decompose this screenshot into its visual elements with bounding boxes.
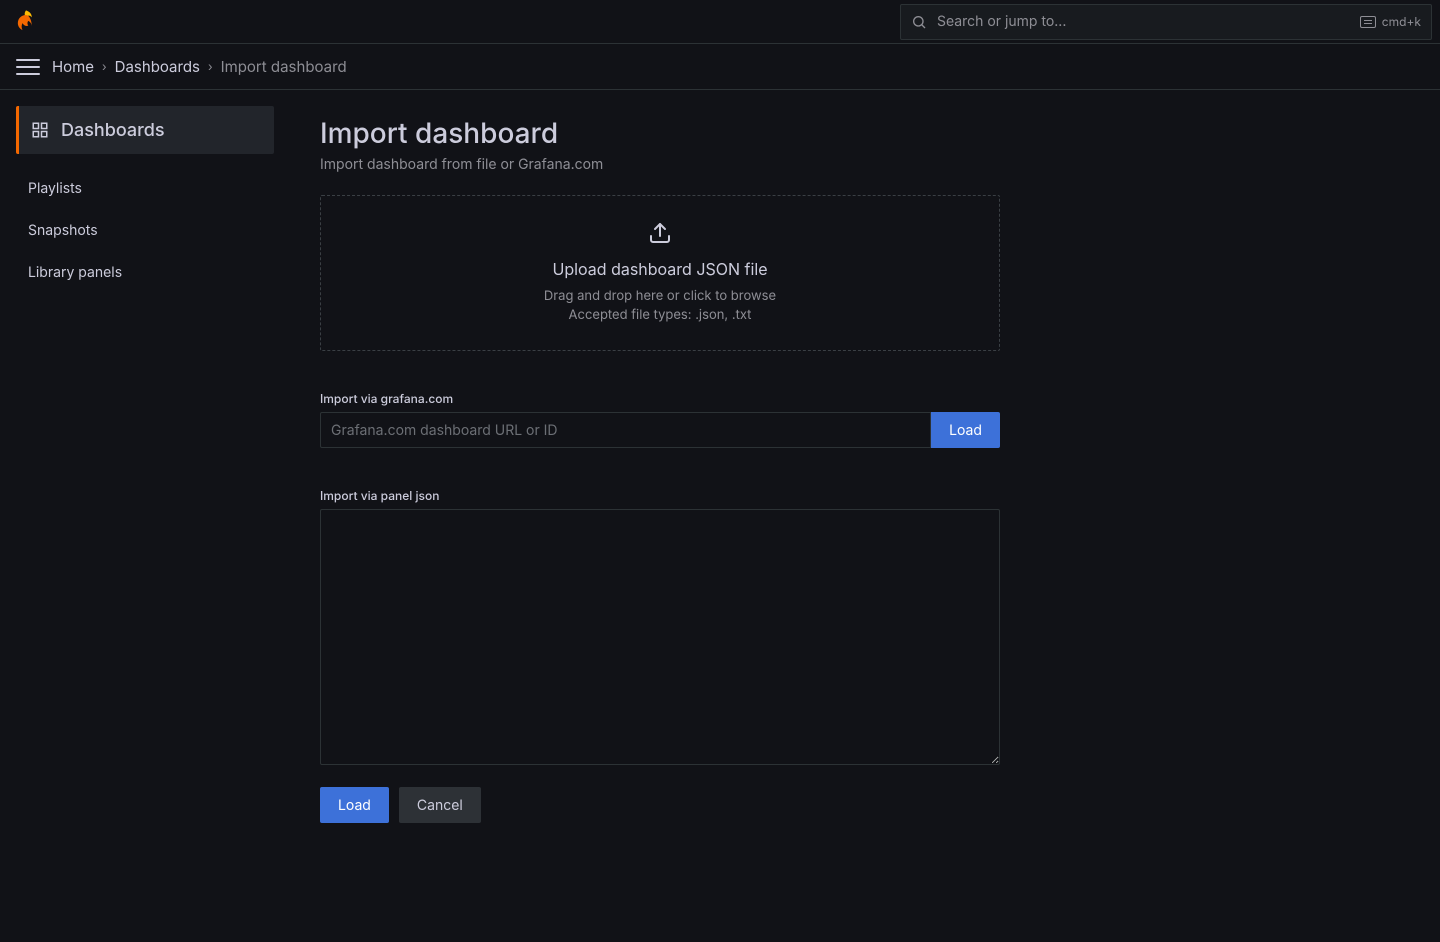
main-content: Import dashboard Import dashboard from f… [290, 90, 1440, 942]
dropzone-hint: Drag and drop here or click to browse Ac… [544, 287, 776, 326]
page-title: Import dashboard [320, 116, 1424, 150]
dropzone-title: Upload dashboard JSON file [552, 259, 767, 279]
import-json-label: Import via panel json [320, 488, 1424, 503]
sidebar-item-playlists[interactable]: Playlists [16, 168, 274, 208]
search-icon [911, 14, 927, 30]
topbar: Search or jump to... cmd+k [0, 0, 1440, 44]
search-placeholder: Search or jump to... [937, 13, 1350, 30]
search-shortcut: cmd+k [1360, 14, 1421, 29]
sidebar-list: Playlists Snapshots Library panels [16, 168, 274, 292]
page-subtitle: Import dashboard from file or Grafana.co… [320, 156, 1424, 173]
sidebar-item-label: Library panels [28, 264, 122, 281]
sidebar-item-label: Snapshots [28, 222, 98, 239]
header-bar: Home › Dashboards › Import dashboard [0, 44, 1440, 90]
sidebar-heading-dashboards[interactable]: Dashboards [16, 106, 274, 154]
menu-toggle-icon[interactable] [16, 55, 40, 79]
sidebar-item-library-panels[interactable]: Library panels [16, 252, 274, 292]
dropzone-hint-line2: Accepted file types: .json, .txt [569, 307, 752, 323]
form-actions: Load Cancel [320, 787, 1424, 823]
sidebar-item-label: Playlists [28, 180, 82, 197]
dashboard-grid-icon [31, 121, 49, 139]
grafana-logo-icon[interactable] [12, 8, 40, 36]
breadcrumb: Home › Dashboards › Import dashboard [52, 57, 347, 76]
page-body: Dashboards Playlists Snapshots Library p… [0, 90, 1440, 942]
sidebar: Dashboards Playlists Snapshots Library p… [0, 90, 290, 942]
breadcrumb-current: Import dashboard [221, 57, 347, 76]
global-search[interactable]: Search or jump to... cmd+k [900, 4, 1432, 40]
sidebar-heading-label: Dashboards [61, 120, 165, 141]
shortcut-text: cmd+k [1382, 14, 1421, 29]
sidebar-item-snapshots[interactable]: Snapshots [16, 210, 274, 250]
chevron-right-icon: › [208, 59, 213, 74]
breadcrumb-home[interactable]: Home [52, 57, 94, 76]
load-button[interactable]: Load [320, 787, 389, 823]
panel-json-textarea[interactable] [320, 509, 1000, 765]
breadcrumb-dashboards[interactable]: Dashboards [115, 57, 200, 76]
upload-dropzone[interactable]: Upload dashboard JSON file Drag and drop… [320, 195, 1000, 351]
chevron-right-icon: › [102, 59, 107, 74]
cancel-button[interactable]: Cancel [399, 787, 481, 823]
grafana-url-input[interactable] [320, 412, 931, 448]
import-url-row: Load [320, 412, 1000, 448]
dropzone-hint-line1: Drag and drop here or click to browse [544, 288, 776, 304]
import-url-label: Import via grafana.com [320, 391, 1424, 406]
keyboard-icon [1360, 16, 1376, 28]
upload-icon [648, 221, 672, 245]
load-url-button[interactable]: Load [931, 412, 1000, 448]
